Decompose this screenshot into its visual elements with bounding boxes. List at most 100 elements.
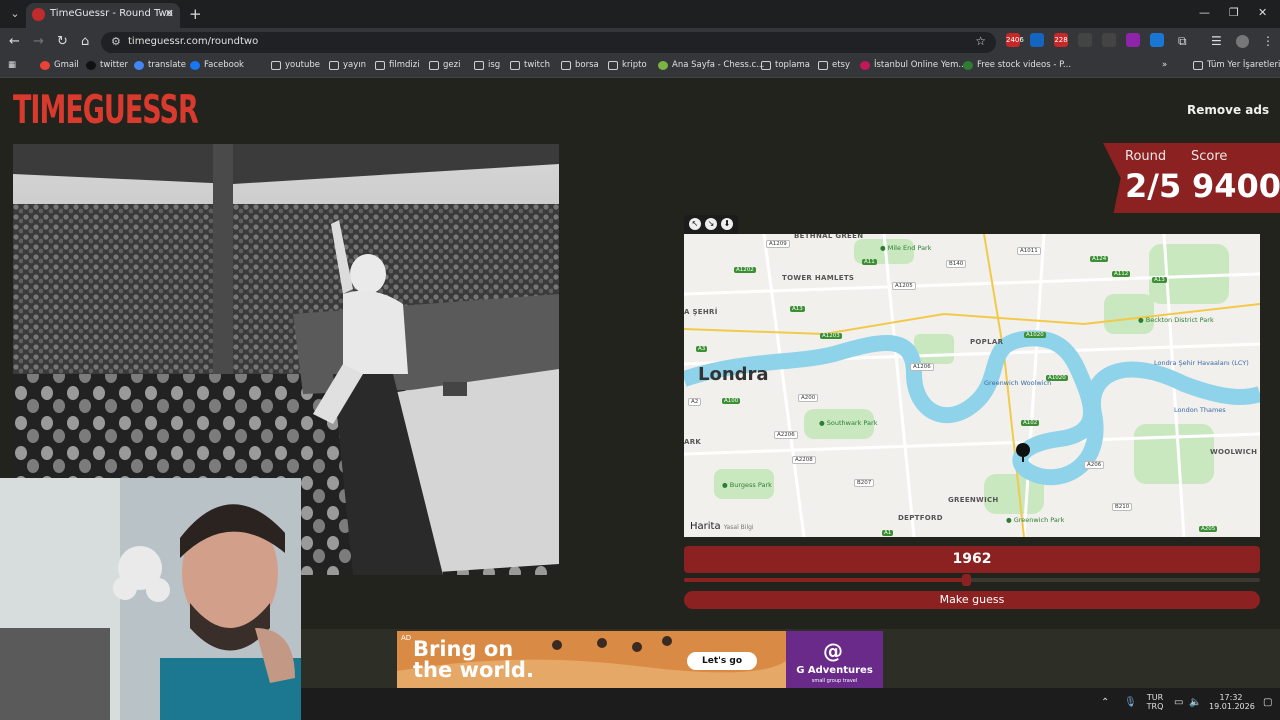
legal-info-link[interactable]: Yasal Bilgi [724,524,754,531]
guess-map[interactable]: BETHNAL GREEN TOWER HAMLETS A ŞEHRİ POPLAR D… [684,234,1260,537]
map-road-label: B207 [854,479,875,487]
reload-icon[interactable]: ↻ [57,34,68,49]
year-slider-fill [684,578,967,582]
browser-extension-icon[interactable]: 2406 [1006,33,1024,47]
browser-menu-icon[interactable]: ⋮ [1262,34,1274,48]
reading-list-icon[interactable]: ☰ [1211,34,1222,48]
ad-cta-button[interactable]: Let's go [687,652,757,670]
score-value: 9400 [1192,167,1280,205]
home-icon[interactable]: ⌂ [81,34,89,49]
map-road-label: B140 [946,260,967,268]
browser-extension-icon[interactable] [1126,33,1140,47]
bookmark-item[interactable]: gezi [429,60,460,70]
map-pin-icon[interactable]: ⬇ [721,218,733,230]
bookmark-label: İstanbul Online Yem... [874,60,967,70]
remove-ads-link[interactable]: Remove ads [1187,103,1269,117]
bookmark-item[interactable]: twitter [86,60,128,70]
advertisement-banner[interactable]: AD Bring on the world. Let's go @ G Adven… [397,631,883,688]
bookmark-item[interactable]: kripto [608,60,647,70]
browser-extension-icon[interactable] [1102,33,1116,47]
new-tab-icon[interactable]: + [189,5,202,23]
map-road-label: A3 [696,346,708,352]
map-park-label: ● Southwark Park [819,419,878,427]
timeguessr-logo[interactable]: TIMEGUESSR [13,88,199,133]
folder-icon [271,60,281,70]
bookmarks-bar: ▦ Gmail twitter translate Facebook youtube ya… [0,56,1280,78]
bookmark-item[interactable]: borsa [561,60,599,70]
map-road-label: A13 [1152,277,1167,283]
site-favicon-icon [860,60,870,70]
bookmark-item[interactable]: youtube [271,60,320,70]
bookmark-all[interactable]: Tüm Yer İşaretleri [1193,60,1280,70]
bookmark-item[interactable]: etsy [818,60,850,70]
map-park-label: ● Burgess Park [722,481,772,489]
bookmark-label: toplama [775,60,810,70]
microphone-icon[interactable]: 🎙 [1124,697,1137,708]
map-road-label: A205 [1199,526,1218,532]
browser-extension-icon[interactable] [1078,33,1092,47]
map-road-label: A2206 [774,431,798,439]
year-slider-thumb[interactable] [962,574,972,586]
map-expand-icon[interactable]: ↘ [705,218,717,230]
network-icon[interactable]: ▭ [1174,697,1183,708]
bookmark-item[interactable]: filmdizi [375,60,420,70]
map-collapse-icon[interactable]: ↖ [689,218,701,230]
bookmark-item[interactable]: Free stock videos - P... [963,60,1071,70]
map-attribution[interactable]: Harita Yasal Bilgi [690,521,754,532]
timeguessr-favicon-icon [32,8,45,21]
map-road-label: A1206 [910,363,934,371]
minimize-icon[interactable]: — [1199,6,1210,19]
address-bar[interactable]: ⚙ timeguessr.com/roundtwo ☆ [101,32,996,53]
browser-extension-icon[interactable]: 228 [1054,33,1068,47]
input-language[interactable]: TUR TRQ [1146,693,1164,711]
site-info-icon[interactable]: ⚙ [111,35,121,48]
bookmark-star-icon[interactable]: ☆ [975,34,986,48]
bookmark-label: Free stock videos - P... [977,60,1072,70]
apps-grid-icon[interactable]: ▦ [8,60,16,70]
browser-extension-icon[interactable] [1030,33,1044,47]
ad-brand-name: G Adventures [796,665,873,676]
clock[interactable]: 17:32 19.01.2026 [1209,693,1255,711]
folder-icon [608,60,618,70]
map-attribution-label: Harita [690,521,721,532]
bookmark-item[interactable]: isg [474,60,500,70]
folder-icon [429,60,439,70]
restore-icon[interactable]: ❐ [1229,6,1239,19]
bookmark-item[interactable]: twitch [510,60,550,70]
notifications-icon[interactable]: ▢ [1263,697,1272,708]
back-icon[interactable]: ← [9,34,20,49]
show-hidden-icons-icon[interactable]: ⌃ [1101,697,1109,708]
browser-extension-icon[interactable] [1150,33,1164,47]
ad-headline-line-2: the world. [413,658,534,682]
bookmark-item[interactable]: İstanbul Online Yem... [860,60,967,70]
folder-icon [329,60,339,70]
map-road-label: A2 [688,398,702,406]
bookmark-item[interactable]: Facebook [190,60,244,70]
map-district-label: GREENWICH [948,496,999,504]
bookmark-item[interactable]: Gmail [40,60,79,70]
tab-search-menu-icon[interactable]: ⌄ [6,5,24,23]
bookmark-item[interactable]: Ana Sayfa - Chess.c... [658,60,764,70]
map-road-label: A1203 [820,333,842,339]
profile-avatar[interactable] [1236,35,1249,48]
forward-icon[interactable]: → [33,34,44,49]
close-window-icon[interactable]: ✕ [1258,6,1267,19]
volume-icon[interactable]: 🔈 [1189,697,1201,708]
bookmarks-overflow-icon[interactable]: » [1162,60,1167,70]
browser-tab-active[interactable]: TimeGuessr - Round Two ✕ [26,3,180,28]
site-favicon-icon [963,60,973,70]
bookmark-label: twitter [100,60,129,70]
bookmark-label: youtube [285,60,320,70]
url-text[interactable]: timeguessr.com/roundtwo [128,36,258,47]
make-guess-button[interactable]: Make guess [684,591,1260,609]
bookmark-item[interactable]: translate [134,60,186,70]
bookmark-item[interactable]: yayın [329,60,366,70]
map-road-label: A1202 [734,267,756,273]
clock-time: 17:32 [1219,693,1243,702]
year-slider[interactable] [684,574,1260,586]
bookmark-item[interactable]: toplama [761,60,810,70]
bookmark-label: gezi [443,60,461,70]
extensions-puzzle-icon[interactable]: ⧉ [1178,34,1187,49]
tab-close-icon[interactable]: ✕ [165,7,174,20]
keyboard-layout: TRQ [1146,702,1164,711]
